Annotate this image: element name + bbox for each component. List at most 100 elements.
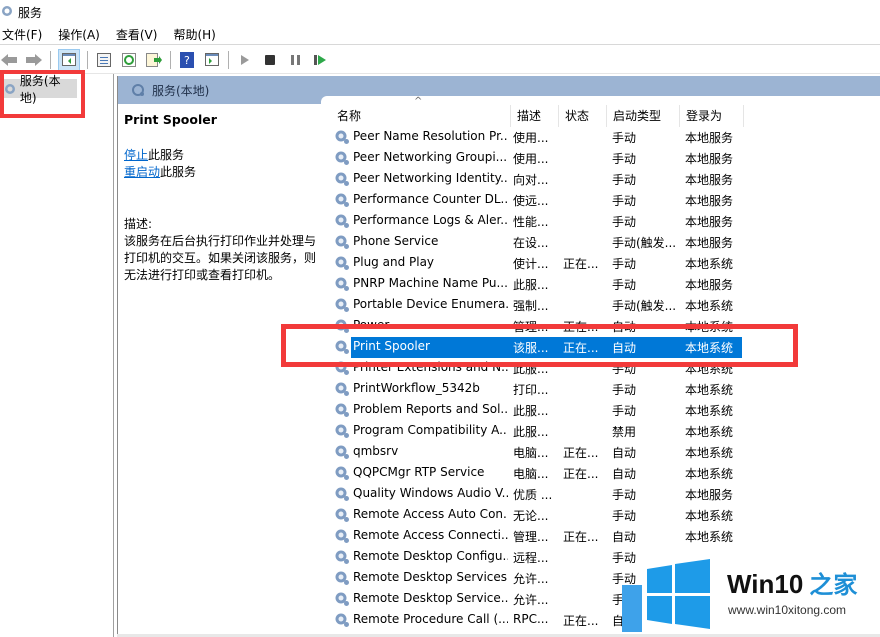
stop-service-icon[interactable] bbox=[261, 51, 279, 69]
service-status: 正在... bbox=[563, 257, 599, 271]
service-log-on-as: 本地服务 bbox=[685, 236, 734, 250]
service-status: 正在... bbox=[563, 530, 599, 544]
column-startup-type[interactable]: 启动类型 bbox=[607, 105, 680, 127]
stop-service-link[interactable]: 停止 bbox=[124, 148, 148, 162]
forward-icon[interactable] bbox=[25, 51, 43, 69]
service-row[interactable]: Remote Access Auto Con... 无论... 手动 本地系统 bbox=[321, 505, 880, 526]
service-log-on-as: 本地服务 bbox=[685, 173, 734, 187]
service-row[interactable]: Performance Counter DL... 使远... 手动 本地服务 bbox=[321, 190, 880, 211]
description-text: 无法进行打印或查看打印机。 bbox=[124, 268, 281, 282]
service-gear-icon bbox=[335, 508, 349, 522]
service-name: PNRP Machine Name Pu... bbox=[353, 276, 508, 290]
service-row[interactable]: Peer Networking Identity... 向对... 手动 本地服务 bbox=[321, 169, 880, 190]
service-name: Program Compatibility A... bbox=[353, 423, 508, 437]
service-name: Remote Desktop Services bbox=[353, 570, 508, 584]
service-gear-icon bbox=[335, 592, 349, 606]
toolbar-separator bbox=[170, 50, 171, 69]
service-name: QQPCMgr RTP Service bbox=[353, 465, 485, 479]
service-row[interactable]: PNRP Machine Name Pu... 此服... 手动 本地服务 bbox=[321, 274, 880, 295]
toolbar-separator bbox=[228, 50, 229, 69]
column-status[interactable]: 状态 bbox=[559, 105, 607, 127]
service-log-on-as: 本地系统 bbox=[685, 299, 734, 313]
service-row[interactable]: Problem Reports and Sol... 此服... 手动 本地系统 bbox=[321, 400, 880, 421]
toolbar-separator bbox=[50, 50, 51, 69]
service-row[interactable]: Quality Windows Audio V... 优质 ... 手动 本地服务 bbox=[321, 484, 880, 505]
show-hide-console-tree-icon[interactable] bbox=[58, 48, 80, 71]
properties-icon[interactable] bbox=[95, 51, 113, 69]
restart-service-icon[interactable] bbox=[311, 51, 329, 69]
service-description: RPC... bbox=[513, 612, 549, 626]
action-suffix: 此服务 bbox=[160, 165, 197, 179]
service-name: Peer Networking Identity... bbox=[353, 171, 508, 185]
service-description: 电脑... bbox=[513, 467, 549, 481]
service-description: 使用... bbox=[513, 131, 549, 145]
pause-service-icon[interactable] bbox=[286, 51, 304, 69]
description-text: 该服务在后台执行打印作业并处理与 bbox=[124, 234, 317, 248]
toolbar-separator bbox=[87, 50, 88, 69]
service-log-on-as: 本地系统 bbox=[685, 509, 734, 523]
service-description: 此服... bbox=[513, 278, 549, 292]
service-log-on-as: 本地服务 bbox=[685, 215, 734, 229]
service-row[interactable]: Remote Access Connecti... 管理... 正在... 自动 本地系… bbox=[321, 526, 880, 547]
service-startup-type: 手动 bbox=[612, 509, 637, 523]
service-startup-type: 手动 bbox=[612, 488, 637, 502]
service-row[interactable]: Phone Service 在设... 手动(触发... 本地服务 bbox=[321, 232, 880, 253]
service-log-on-as: 本地服务 bbox=[685, 278, 734, 292]
service-startup-type: 手动 bbox=[612, 173, 637, 187]
console-tree: 服务(本地) bbox=[0, 74, 114, 637]
service-startup-type: 手动 bbox=[612, 131, 637, 145]
service-row[interactable]: Plug and Play 使计... 正在... 手动 本地系统 bbox=[321, 253, 880, 274]
service-startup-type: 手动 bbox=[612, 215, 637, 229]
service-description: 使远... bbox=[513, 194, 549, 208]
service-description: 使计... bbox=[513, 257, 549, 271]
service-gear-icon bbox=[335, 130, 349, 144]
service-description: 向对... bbox=[513, 173, 549, 187]
service-gear-icon bbox=[335, 466, 349, 480]
menu-help[interactable]: 帮助(H) bbox=[173, 26, 215, 43]
service-description: 电脑... bbox=[513, 446, 549, 460]
service-status: 正在... bbox=[563, 467, 599, 481]
service-startup-type: 手动 bbox=[612, 152, 637, 166]
service-row[interactable]: Program Compatibility A... 此服... 禁用 本地系统 bbox=[321, 421, 880, 442]
service-row[interactable]: qmbsrv 电脑... 正在... 自动 本地系统 bbox=[321, 442, 880, 463]
menu-action[interactable]: 操作(A) bbox=[58, 26, 100, 43]
service-name: Phone Service bbox=[353, 234, 439, 248]
service-name: Performance Counter DL... bbox=[353, 192, 508, 206]
service-name: Quality Windows Audio V... bbox=[353, 486, 508, 500]
service-name: Remote Desktop Configu... bbox=[353, 549, 508, 563]
restart-service-link[interactable]: 重启动 bbox=[124, 165, 160, 179]
menu-file[interactable]: 文件(F) bbox=[2, 26, 42, 43]
service-name: Portable Device Enumera... bbox=[353, 297, 508, 311]
service-row[interactable]: QQPCMgr RTP Service 电脑... 正在... 自动 本地系统 bbox=[321, 463, 880, 484]
service-row[interactable]: Peer Networking Groupi... 使用... 手动 本地服务 bbox=[321, 148, 880, 169]
service-row[interactable]: Peer Name Resolution Pr... 使用... 手动 本地服务 bbox=[321, 127, 880, 148]
service-gear-icon bbox=[335, 214, 349, 228]
export-list-icon[interactable] bbox=[145, 51, 163, 69]
service-log-on-as: 本地系统 bbox=[685, 446, 734, 460]
start-service-icon[interactable] bbox=[236, 51, 254, 69]
service-row[interactable]: PrintWorkflow_5342b 打印... 手动 本地系统 bbox=[321, 379, 880, 400]
service-row[interactable]: Performance Logs & Aler... 性能... 手动 本地服务 bbox=[321, 211, 880, 232]
show-action-pane-icon[interactable] bbox=[203, 51, 221, 69]
service-gear-icon bbox=[335, 256, 349, 270]
service-description: 强制... bbox=[513, 299, 549, 313]
selected-service-name: Print Spooler bbox=[124, 112, 217, 127]
column-description[interactable]: 描述 bbox=[511, 105, 559, 127]
toolbar: ? bbox=[0, 46, 880, 74]
help-icon[interactable]: ? bbox=[178, 51, 196, 69]
window-title: 服务 bbox=[18, 5, 43, 20]
service-row[interactable]: Portable Device Enumera... 强制... 手动(触发... 本… bbox=[321, 295, 880, 316]
service-gear-icon bbox=[335, 613, 349, 627]
menu-view[interactable]: 查看(V) bbox=[116, 26, 158, 43]
service-log-on-as: 本地服务 bbox=[685, 152, 734, 166]
back-icon[interactable] bbox=[0, 51, 18, 69]
column-name[interactable]: 名称 bbox=[331, 105, 511, 127]
column-log-on-as[interactable]: 登录为 bbox=[680, 105, 744, 127]
service-startup-type: 手动(触发... bbox=[612, 299, 677, 313]
service-startup-type: 手动 bbox=[612, 383, 637, 397]
watermark: Win10 之家 www.win10xitong.com bbox=[622, 557, 880, 632]
refresh-icon[interactable] bbox=[120, 51, 138, 69]
service-gear-icon bbox=[335, 487, 349, 501]
extended-detail-panel: Print Spooler 停止此服务 重启动此服务 描述: 该服务在后台执行打… bbox=[124, 110, 324, 284]
service-name: Peer Name Resolution Pr... bbox=[353, 129, 508, 143]
